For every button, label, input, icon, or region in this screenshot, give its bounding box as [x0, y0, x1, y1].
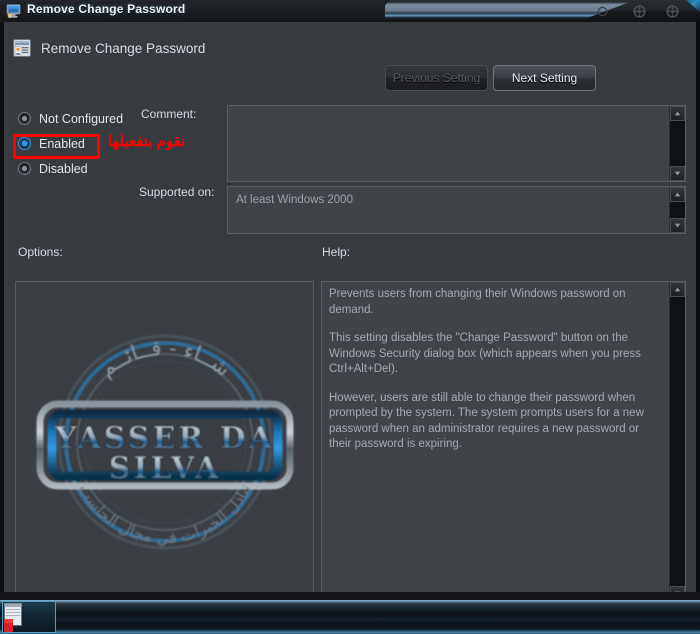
window-titlebar: Remove Change Password — [0, 0, 700, 22]
radio-button-icon[interactable] — [18, 162, 31, 175]
radio-option-not-configured[interactable]: Not Configured — [18, 106, 158, 131]
radio-label-enabled: Enabled — [39, 136, 85, 151]
help-label: Help: — [322, 245, 351, 259]
window-thumbnail-icon — [4, 603, 22, 632]
taskbar — [0, 592, 700, 634]
supported-on-value: At least Windows 2000 — [236, 194, 353, 206]
previous-setting-button[interactable]: Previous Setting — [385, 65, 488, 91]
comment-textarea[interactable] — [227, 105, 686, 182]
dialog-header: Remove Change Password — [12, 34, 205, 62]
taskbar-item-active[interactable] — [2, 601, 56, 633]
titlebar-corner-accent — [686, 0, 700, 12]
supported-on-label: Supported on: — [139, 185, 215, 199]
radio-label-not-configured: Not Configured — [39, 111, 124, 126]
scroll-up-icon[interactable] — [670, 106, 685, 121]
radio-button-icon[interactable] — [18, 112, 31, 125]
help-panel[interactable]: Prevents users from changing their Windo… — [321, 281, 686, 602]
options-panel — [15, 281, 314, 602]
comment-label: Comment: — [141, 107, 197, 121]
computer-monitor-icon — [5, 3, 22, 19]
supported-on-textarea[interactable]: At least Windows 2000 — [227, 186, 686, 234]
scroll-up-icon[interactable] — [670, 187, 685, 202]
help-paragraph: This setting disables the "Change Passwo… — [329, 332, 641, 375]
help-text: Prevents users from changing their Windo… — [329, 287, 659, 466]
maximize-icon[interactable] — [631, 3, 648, 20]
window-title: Remove Change Password — [27, 2, 186, 16]
radio-option-disabled[interactable]: Disabled — [18, 156, 158, 181]
dialog-body: Remove Change Password Previous Setting … — [0, 22, 700, 602]
help-scrollbar[interactable] — [669, 282, 685, 601]
scroll-down-icon[interactable] — [670, 166, 685, 181]
close-icon[interactable] — [664, 3, 681, 20]
previous-setting-label: Previous Setting — [392, 71, 481, 85]
desktop-screen: Remove Change Password Remove Change Pas… — [0, 0, 700, 634]
radio-label-disabled: Disabled — [39, 161, 88, 176]
minimize-icon[interactable] — [594, 3, 611, 20]
radio-button-icon-selected[interactable] — [18, 137, 31, 150]
scroll-up-icon[interactable] — [670, 282, 685, 297]
group-policy-setting-icon — [12, 38, 32, 58]
taskbar-strip — [0, 600, 700, 634]
supported-on-scrollbar[interactable] — [669, 187, 685, 233]
comment-scrollbar[interactable] — [669, 106, 685, 181]
options-label: Options: — [18, 245, 63, 259]
annotation-arabic-note: نقوم بتفعيلها — [108, 133, 186, 150]
next-setting-button[interactable]: Next Setting — [493, 65, 596, 91]
next-setting-label: Next Setting — [511, 71, 578, 85]
dialog-title: Remove Change Password — [41, 40, 206, 56]
help-paragraph: However, users are still able to change … — [329, 391, 644, 451]
help-paragraph: Prevents users from changing their Windo… — [329, 288, 626, 316]
scroll-down-icon[interactable] — [670, 218, 685, 233]
